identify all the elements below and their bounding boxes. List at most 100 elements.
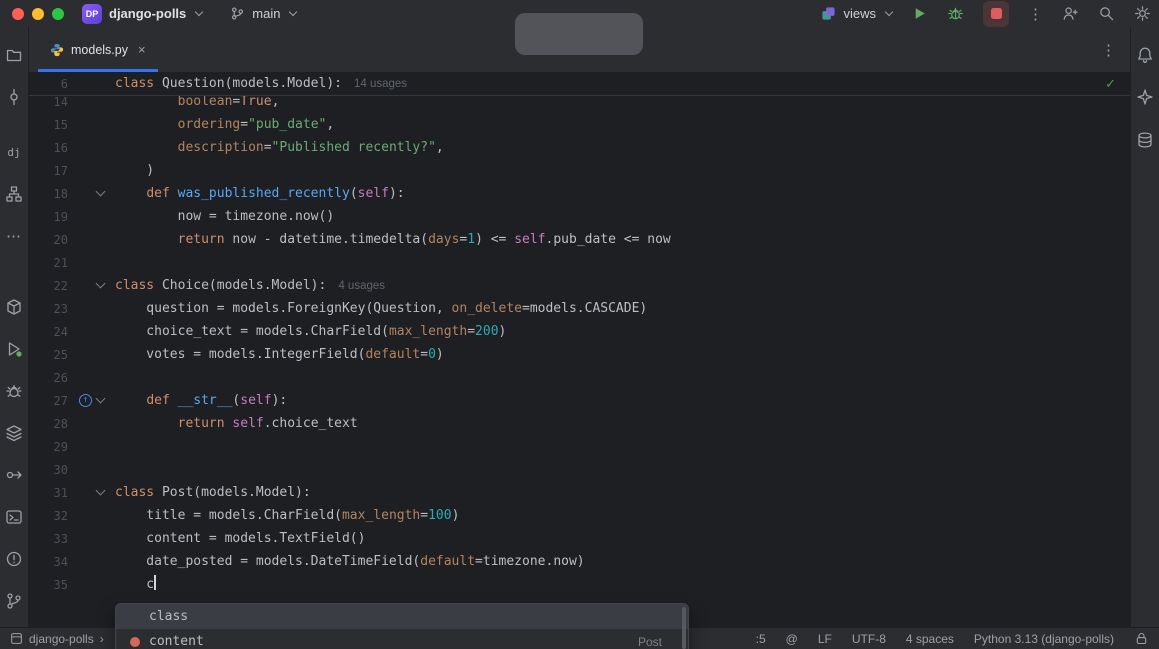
sticky-header-line[interactable]: 6 class Question(models.Model): 14 usages bbox=[29, 72, 1130, 96]
code-line-16[interactable]: 16 description="Published recently?", bbox=[29, 136, 1130, 159]
problems-tool-button[interactable] bbox=[0, 538, 29, 580]
project-widget[interactable]: DP django-polls bbox=[82, 3, 204, 24]
vcs-branch-widget[interactable]: main bbox=[230, 6, 298, 21]
sticky-line-number: 6 bbox=[60, 76, 68, 91]
editor-lines: 14 boolean=True, 15 ordering="pub_date", 1… bbox=[29, 90, 1130, 596]
code-line-33[interactable]: 33 content = models.TextField() bbox=[29, 527, 1130, 550]
line-number: 23 bbox=[53, 301, 68, 316]
line-number: 27 bbox=[53, 393, 68, 408]
tab-label: models.py bbox=[71, 42, 128, 57]
caret-position-widget[interactable]: :5 bbox=[756, 632, 766, 646]
code-line-21[interactable]: 21 bbox=[29, 251, 1130, 274]
completion-item-content[interactable]: content Post bbox=[116, 629, 688, 649]
gear-icon[interactable] bbox=[1134, 5, 1151, 22]
code-line-27[interactable]: 27 ↑ def __str__(self): bbox=[29, 389, 1130, 412]
breadcrumb-project[interactable]: django-polls bbox=[29, 632, 94, 646]
code-line-24[interactable]: 24 choice_text = models.CharField(max_le… bbox=[29, 320, 1130, 343]
line-separator-widget[interactable]: LF bbox=[818, 632, 832, 646]
fold-chevron-icon[interactable] bbox=[95, 485, 106, 496]
structure-tool-button[interactable] bbox=[0, 173, 29, 215]
at-indicator-widget[interactable]: @ bbox=[786, 632, 798, 646]
fold-chevron-icon[interactable] bbox=[95, 393, 106, 404]
code-line-34[interactable]: 34 date_posted = models.DateTimeField(de… bbox=[29, 550, 1130, 573]
gutter bbox=[68, 278, 115, 289]
django-structure-tool-button[interactable]: dj bbox=[0, 131, 29, 173]
run-tool-button[interactable] bbox=[0, 328, 29, 370]
code-line-32[interactable]: 32 title = models.CharField(max_length=1… bbox=[29, 504, 1130, 527]
run-config-selector[interactable]: views bbox=[821, 6, 894, 21]
lock-icon[interactable] bbox=[1134, 631, 1149, 646]
code-with-me-icon[interactable] bbox=[1062, 5, 1079, 22]
line-number: 29 bbox=[53, 439, 68, 454]
code-line-26[interactable]: 26 bbox=[29, 366, 1130, 389]
run-button[interactable] bbox=[911, 5, 928, 22]
code-text: description="Published recently?", bbox=[177, 140, 444, 155]
more-actions-button[interactable]: ⋮ bbox=[1028, 5, 1043, 23]
code-line-20[interactable]: 20 return now - datetime.timedelta(days=… bbox=[29, 228, 1130, 251]
code-line-18[interactable]: 18 def was_published_recently(self): bbox=[29, 182, 1130, 205]
statusbar-widgets: :5 @ LF UTF-8 4 spaces Python 3.13 (djan… bbox=[756, 631, 1149, 646]
packages-tool-button[interactable] bbox=[0, 286, 29, 328]
debug-tool-button[interactable] bbox=[0, 370, 29, 412]
database-tool-button[interactable] bbox=[1131, 119, 1159, 161]
line-number: 26 bbox=[53, 370, 68, 385]
completion-label: class bbox=[149, 609, 189, 624]
package-icon bbox=[7, 299, 21, 315]
text-caret bbox=[154, 575, 156, 590]
version-control-tool-button[interactable] bbox=[0, 580, 29, 622]
inspections-ok-icon[interactable]: ✓ bbox=[1105, 77, 1116, 92]
code-line-28[interactable]: 28 return self.choice_text bbox=[29, 412, 1130, 435]
statusbar-breadcrumb[interactable]: django-polls › bbox=[10, 632, 104, 646]
code-line-17[interactable]: 17 ) bbox=[29, 159, 1130, 182]
stop-icon bbox=[990, 8, 1002, 19]
completion-item-class[interactable]: class bbox=[116, 604, 688, 629]
search-icon[interactable] bbox=[1098, 5, 1115, 22]
close-tab-icon[interactable]: × bbox=[138, 42, 146, 57]
code-line-31[interactable]: 31 class Post(models.Model): bbox=[29, 481, 1130, 504]
usages-inlay-hint[interactable]: 4 usages bbox=[338, 280, 385, 292]
completion-popup[interactable]: class content Post bbox=[115, 603, 689, 649]
code-line-30[interactable]: 30 bbox=[29, 458, 1130, 481]
overriding-method-icon[interactable]: ↑ bbox=[79, 394, 92, 407]
interpreter-widget[interactable]: Python 3.13 (django-polls) bbox=[974, 632, 1114, 646]
indent-widget[interactable]: 4 spaces bbox=[906, 632, 954, 646]
services-tool-button[interactable] bbox=[0, 412, 29, 454]
stop-button[interactable] bbox=[983, 0, 1009, 27]
fold-chevron-icon[interactable] bbox=[95, 278, 106, 289]
terminal-icon bbox=[6, 510, 22, 524]
code-line-19[interactable]: 19 now = timezone.now() bbox=[29, 205, 1130, 228]
ai-assistant-tool-button[interactable] bbox=[1131, 76, 1159, 118]
debug-button[interactable] bbox=[947, 5, 964, 22]
line-number: 21 bbox=[53, 255, 68, 270]
code-line-25[interactable]: 25 votes = models.IntegerField(default=0… bbox=[29, 343, 1130, 366]
sticky-code: class Question(models.Model): 14 usages bbox=[115, 75, 408, 91]
encoding-widget[interactable]: UTF-8 bbox=[852, 632, 886, 646]
endpoints-tool-button[interactable] bbox=[0, 454, 29, 496]
terminal-tool-button[interactable] bbox=[0, 496, 29, 538]
code-line-22[interactable]: 22 class Choice(models.Model): 4 usages bbox=[29, 274, 1130, 297]
more-icon: ⋯ bbox=[6, 228, 22, 245]
code-text: ordering="pub_date", bbox=[177, 117, 335, 132]
tab-models-py[interactable]: models.py × bbox=[38, 27, 158, 72]
more-tool-windows-button[interactable]: ⋯ bbox=[0, 215, 29, 257]
commit-tool-button[interactable] bbox=[0, 76, 29, 118]
code-line-23[interactable]: 23 question = models.ForeignKey(Question… bbox=[29, 297, 1130, 320]
code-line-29[interactable]: 29 bbox=[29, 435, 1130, 458]
zoom-window-button[interactable] bbox=[52, 7, 64, 20]
project-tool-button[interactable] bbox=[0, 34, 29, 76]
completion-type-hint: Post bbox=[637, 634, 662, 649]
close-window-button[interactable] bbox=[12, 7, 24, 20]
code-line-15[interactable]: 15 ordering="pub_date", bbox=[29, 113, 1130, 136]
popup-scrollbar[interactable] bbox=[682, 607, 686, 649]
line-number: 20 bbox=[53, 232, 68, 247]
tab-options-button[interactable]: ⋮ bbox=[1101, 41, 1116, 59]
fold-chevron-icon[interactable] bbox=[95, 186, 106, 197]
usages-inlay-hint[interactable]: 14 usages bbox=[354, 78, 407, 90]
minimize-window-button[interactable] bbox=[32, 7, 44, 20]
code-editor[interactable]: 14 boolean=True, 15 ordering="pub_date", 1… bbox=[29, 72, 1130, 627]
line-number: 17 bbox=[53, 163, 68, 178]
code-line-35[interactable]: 35 c bbox=[29, 573, 1130, 596]
completion-list: class content Post bbox=[116, 604, 688, 649]
notifications-tool-button[interactable] bbox=[1131, 34, 1159, 76]
line-number: 14 bbox=[53, 94, 68, 109]
